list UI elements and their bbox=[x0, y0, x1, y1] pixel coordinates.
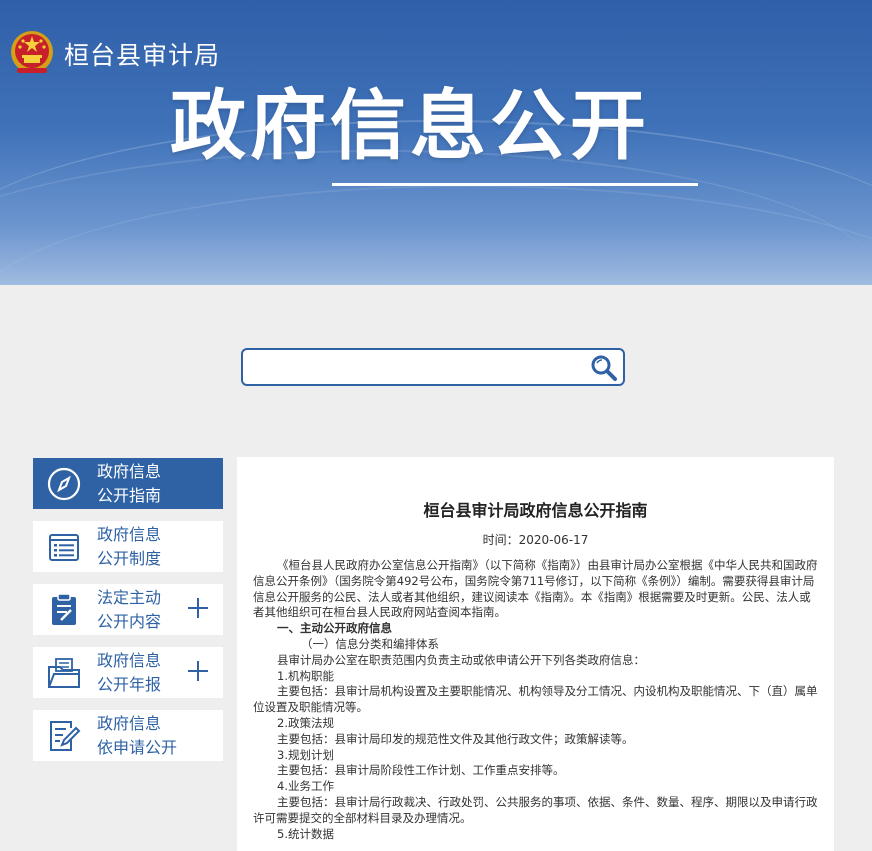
national-emblem-icon bbox=[11, 31, 53, 73]
search-box bbox=[241, 348, 625, 386]
sidebar-item-label: 政府信息 公开指南 bbox=[97, 462, 162, 505]
sidebar-item-label: 法定主动 公开内容 bbox=[97, 588, 162, 631]
header-banner: 桓台县审计局 政府信息公开 bbox=[0, 0, 872, 285]
sidebar-item-annual-report[interactable]: 政府信息 公开年报 bbox=[33, 647, 223, 698]
sidebar-item-content[interactable]: 法定主动 公开内容 bbox=[33, 584, 223, 635]
plus-icon[interactable] bbox=[187, 660, 209, 682]
document-time: 时间：2020-06-17 bbox=[482, 533, 589, 547]
sidebar-item-guide[interactable]: 政府信息 公开指南 bbox=[33, 458, 223, 509]
plus-icon[interactable] bbox=[187, 597, 209, 619]
sidebar-item-label: 政府信息 公开年报 bbox=[97, 651, 162, 694]
document-panel: 桓台县审计局政府信息公开指南 时间：2020-06-17 《桓台县人民政府办公室… bbox=[237, 457, 834, 851]
subsection-heading: （一）信息分类和编排体系 bbox=[301, 636, 439, 651]
search-icon[interactable] bbox=[589, 353, 619, 383]
site-name: 桓台县审计局 bbox=[64, 41, 221, 70]
paragraph: 主要包括：县审计局行政裁决、行政处罚、公共服务的事项、依据、条件、数量、程序、期… bbox=[253, 794, 818, 825]
paragraph: 县审计局办公室在职责范围内负责主动或依申请公开下列各类政府信息： bbox=[277, 652, 645, 667]
search-input[interactable] bbox=[251, 354, 585, 382]
paragraph: 主要包括：县审计局机构设置及主要职能情况、机构领导及分工情况、内设机构及职能情况… bbox=[253, 684, 818, 715]
list-icon bbox=[49, 534, 79, 561]
clipboard-icon bbox=[52, 593, 76, 625]
paragraph: 主要包括：县审计局印发的规范性文件及其他行政文件；政策解读等。 bbox=[277, 731, 634, 746]
page-heading: 政府信息公开 bbox=[170, 81, 650, 170]
item-heading: 3.规划计划 bbox=[277, 747, 334, 762]
paragraph: 《桓台县人民政府办公室信息公开指南》（以下简称《指南》）由县审计局办公室根据《中… bbox=[253, 558, 818, 620]
sidebar-item-label: 政府信息 公开制度 bbox=[97, 525, 162, 568]
item-heading: 2.政策法规 bbox=[277, 715, 334, 730]
sidebar-item-application[interactable]: 政府信息 依申请公开 bbox=[33, 710, 223, 761]
heading-underline bbox=[332, 183, 698, 186]
section-heading: 一、主动公开政府信息 bbox=[277, 621, 392, 636]
document-body: 《桓台县人民政府办公室信息公开指南》（以下简称《指南》）由县审计局办公室根据《中… bbox=[253, 558, 819, 842]
paragraph: 主要包括：县审计局阶段性工作计划、工作重点安排等。 bbox=[277, 763, 565, 778]
item-heading: 1.机构职能 bbox=[277, 668, 334, 683]
document-title: 桓台县审计局政府信息公开指南 bbox=[423, 501, 648, 520]
item-heading: 5.统计数据 bbox=[277, 826, 334, 841]
compass-icon bbox=[47, 467, 81, 501]
edit-document-icon bbox=[50, 721, 81, 751]
folder-icon bbox=[48, 658, 80, 688]
sidebar-item-system[interactable]: 政府信息 公开制度 bbox=[33, 521, 223, 572]
sidebar-item-label: 政府信息 依申请公开 bbox=[97, 714, 178, 757]
item-heading: 4.业务工作 bbox=[277, 779, 334, 794]
